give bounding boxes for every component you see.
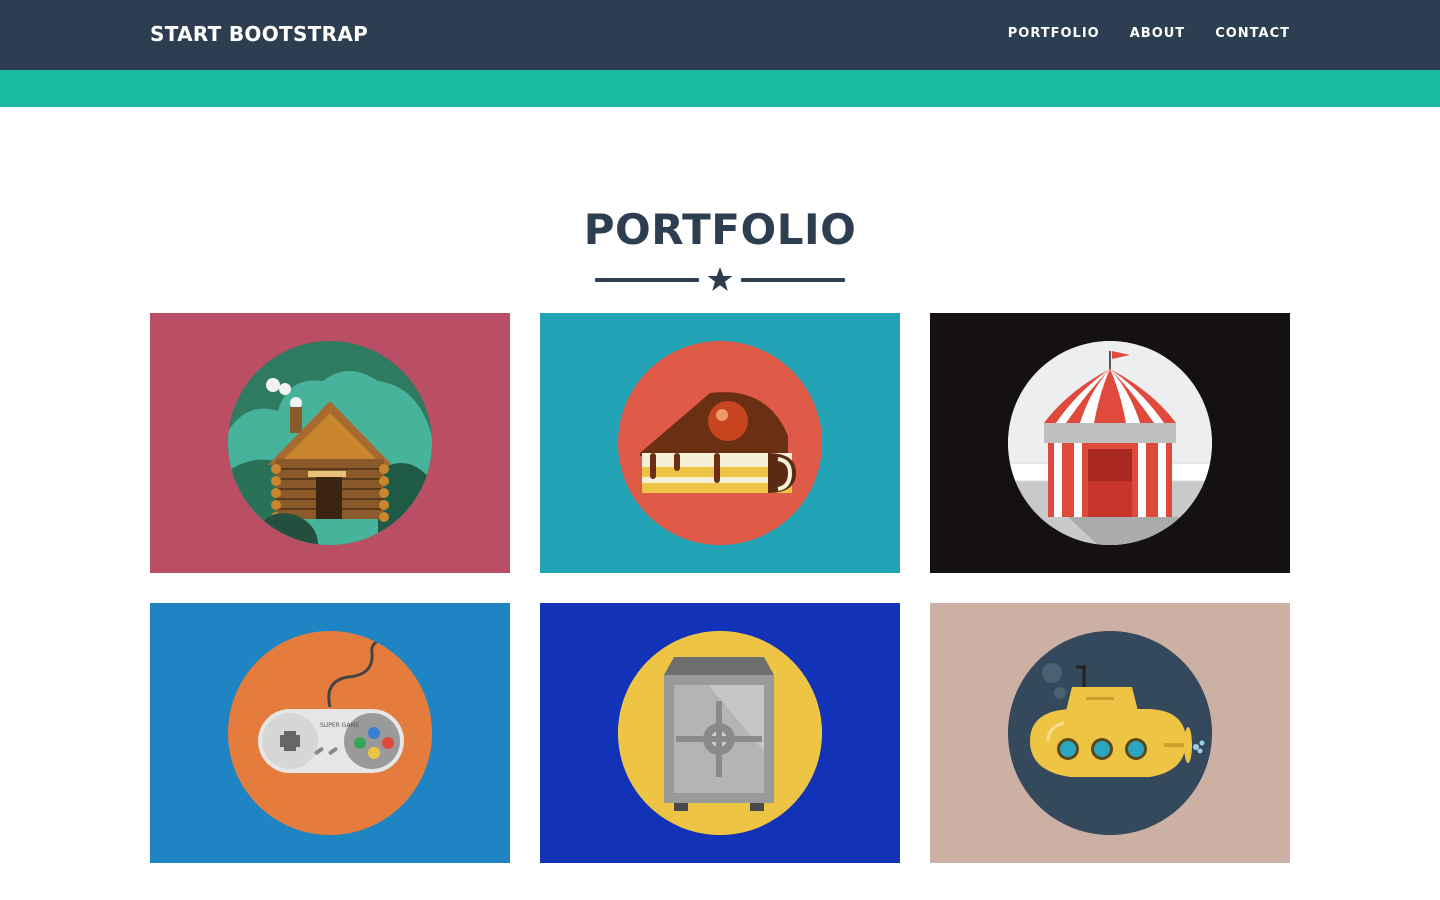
navbar: START BOOTSTRAP PORTFOLIO ABOUT CONTACT: [0, 0, 1440, 70]
divider-line-left: [595, 278, 699, 282]
header-accent-band: [0, 70, 1440, 107]
portfolio-item-circus-tent[interactable]: [930, 313, 1290, 573]
game-controller-icon: SUPER GAME: [228, 631, 432, 835]
nav-item-contact[interactable]: CONTACT: [1215, 26, 1290, 41]
portfolio-item-cake[interactable]: [540, 313, 900, 573]
section-title: PORTFOLIO: [583, 205, 857, 254]
nav-menu: PORTFOLIO ABOUT CONTACT: [1008, 26, 1290, 41]
svg-text:SUPER GAME: SUPER GAME: [320, 722, 360, 729]
divider-line-right: [741, 278, 845, 282]
safe-icon: [618, 631, 822, 835]
nav-item-portfolio[interactable]: PORTFOLIO: [1008, 26, 1100, 41]
cabin-icon: [228, 341, 432, 545]
brand-link[interactable]: START BOOTSTRAP: [150, 22, 368, 46]
portfolio-item-game-controller[interactable]: SUPER GAME: [150, 603, 510, 863]
cake-icon: [618, 341, 822, 545]
star-icon: [707, 267, 733, 291]
portfolio-item-safe[interactable]: [540, 603, 900, 863]
circus-tent-icon: [1008, 341, 1212, 545]
portfolio-item-submarine[interactable]: [930, 603, 1290, 863]
portfolio-item-cabin[interactable]: [150, 313, 510, 573]
submarine-icon: [1008, 631, 1212, 835]
nav-item-about[interactable]: ABOUT: [1130, 26, 1185, 41]
title-divider: [595, 266, 845, 294]
